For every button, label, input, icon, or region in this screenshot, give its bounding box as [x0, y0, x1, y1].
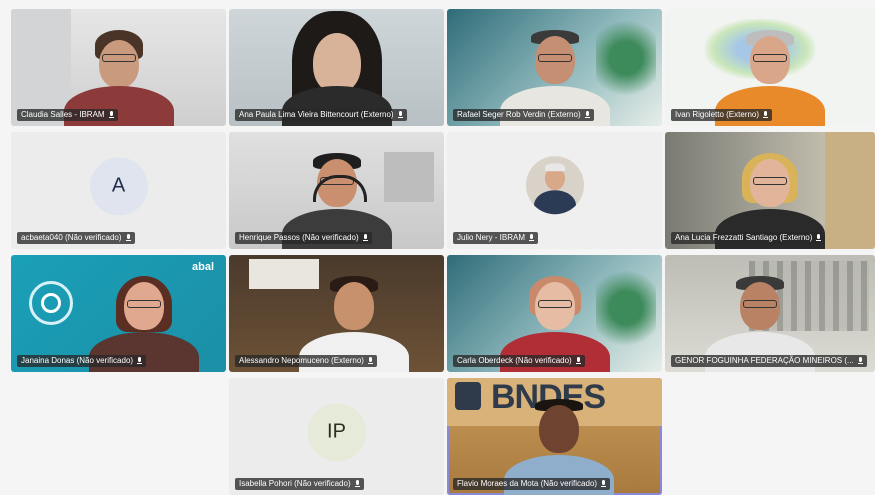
microphone-icon: [125, 234, 131, 242]
avatar: IP: [307, 402, 366, 461]
participant-name: Carla Oberdeck (Não verificado): [457, 356, 572, 365]
participant-name: Ana Paula Lima Vieira Bittencourt (Exter…: [239, 110, 394, 119]
participant-tile[interactable]: Alessandro Nepomuceno (Externo): [229, 255, 444, 372]
participant-name: Rafael Seger Rob Verdin (Externo): [457, 110, 581, 119]
participant-name-tag: Claudia Salles - IBRAM: [17, 109, 118, 121]
participant-name-tag: acbaeta040 (Não verificado): [17, 232, 135, 244]
participant-name-tag: Isabella Pohori (Não verificado): [235, 478, 364, 490]
microphone-icon: [857, 357, 863, 365]
empty-slot: [665, 378, 875, 495]
participant-tile[interactable]: Ivan Rigoletto (Externo): [665, 9, 875, 126]
participant-tile[interactable]: Claudia Salles - IBRAM: [11, 9, 226, 126]
participant-name: GENOR FOGUINHA FEDERAÇÃO MINEIROS (...: [675, 356, 854, 365]
participant-name-tag: Flavio Moraes da Mota (Não verificado): [453, 478, 611, 490]
participant-name: acbaeta040 (Não verificado): [21, 233, 122, 242]
participant-name: Janaina Donas (Não verificado): [21, 356, 134, 365]
participant-tile[interactable]: abal Janaina Donas (Não verificado): [11, 255, 226, 372]
participant-name-tag: Ivan Rigoletto (Externo): [671, 109, 773, 121]
participant-tile[interactable]: Ana Lucia Frezzatti Santiago (Externo): [665, 132, 875, 249]
microphone-icon: [137, 357, 143, 365]
participant-name-tag: Carla Oberdeck (Não verificado): [453, 355, 585, 367]
participant-name-tag: GENOR FOGUINHA FEDERAÇÃO MINEIROS (...: [671, 355, 867, 367]
participant-name: Ana Lucia Frezzatti Santiago (Externo): [675, 233, 813, 242]
participant-name: Henrique Passos (Não verificado): [239, 233, 359, 242]
microphone-icon: [584, 111, 590, 119]
participant-tile[interactable]: IP Isabella Pohori (Não verificado): [229, 378, 444, 495]
avatar-initials: IP: [327, 420, 346, 443]
participant-name: Ivan Rigoletto (Externo): [675, 110, 760, 119]
microphone-icon: [108, 111, 114, 119]
participant-name: Claudia Salles - IBRAM: [21, 110, 105, 119]
avatar: A: [89, 156, 148, 215]
participant-tile[interactable]: Ana Paula Lima Vieira Bittencourt (Exter…: [229, 9, 444, 126]
participant-tile[interactable]: Julio Nery - IBRAM: [447, 132, 662, 249]
participant-tile-active-speaker[interactable]: BNDES Flavio Moraes da Mota (Não verific…: [447, 378, 662, 495]
microphone-icon: [362, 234, 368, 242]
video-grid: Claudia Salles - IBRAM Ana Paula Lima Vi…: [11, 9, 875, 495]
participant-name-tag: Rafael Seger Rob Verdin (Externo): [453, 109, 594, 121]
microphone-icon: [367, 357, 373, 365]
microphone-icon: [601, 480, 607, 488]
microphone-icon: [354, 480, 360, 488]
participant-name: Flavio Moraes da Mota (Não verificado): [457, 479, 598, 488]
participant-name: Alessandro Nepomuceno (Externo): [239, 356, 364, 365]
participant-tile[interactable]: Henrique Passos (Não verificado): [229, 132, 444, 249]
participant-name-tag: Ana Lucia Frezzatti Santiago (Externo): [671, 232, 826, 244]
microphone-icon: [763, 111, 769, 119]
participant-name-tag: Janaina Donas (Não verificado): [17, 355, 147, 367]
participant-tile[interactable]: Rafael Seger Rob Verdin (Externo): [447, 9, 662, 126]
avatar: [525, 155, 584, 214]
microphone-icon: [575, 357, 581, 365]
participant-name-tag: Alessandro Nepomuceno (Externo): [235, 355, 377, 367]
participant-name: Isabella Pohori (Não verificado): [239, 479, 351, 488]
microphone-icon: [397, 111, 403, 119]
avatar-initials: A: [111, 174, 126, 197]
microphone-icon: [529, 234, 535, 242]
participant-name: Julio Nery - IBRAM: [457, 233, 526, 242]
participant-tile[interactable]: A acbaeta040 (Não verificado): [11, 132, 226, 249]
participant-name-tag: Julio Nery - IBRAM: [453, 232, 539, 244]
participant-tile[interactable]: GENOR FOGUINHA FEDERAÇÃO MINEIROS (...: [665, 255, 875, 372]
participant-name-tag: Henrique Passos (Não verificado): [235, 232, 372, 244]
empty-slot: [11, 378, 226, 495]
participant-name-tag: Ana Paula Lima Vieira Bittencourt (Exter…: [235, 109, 407, 121]
participant-tile[interactable]: Carla Oberdeck (Não verificado): [447, 255, 662, 372]
microphone-icon: [816, 234, 822, 242]
